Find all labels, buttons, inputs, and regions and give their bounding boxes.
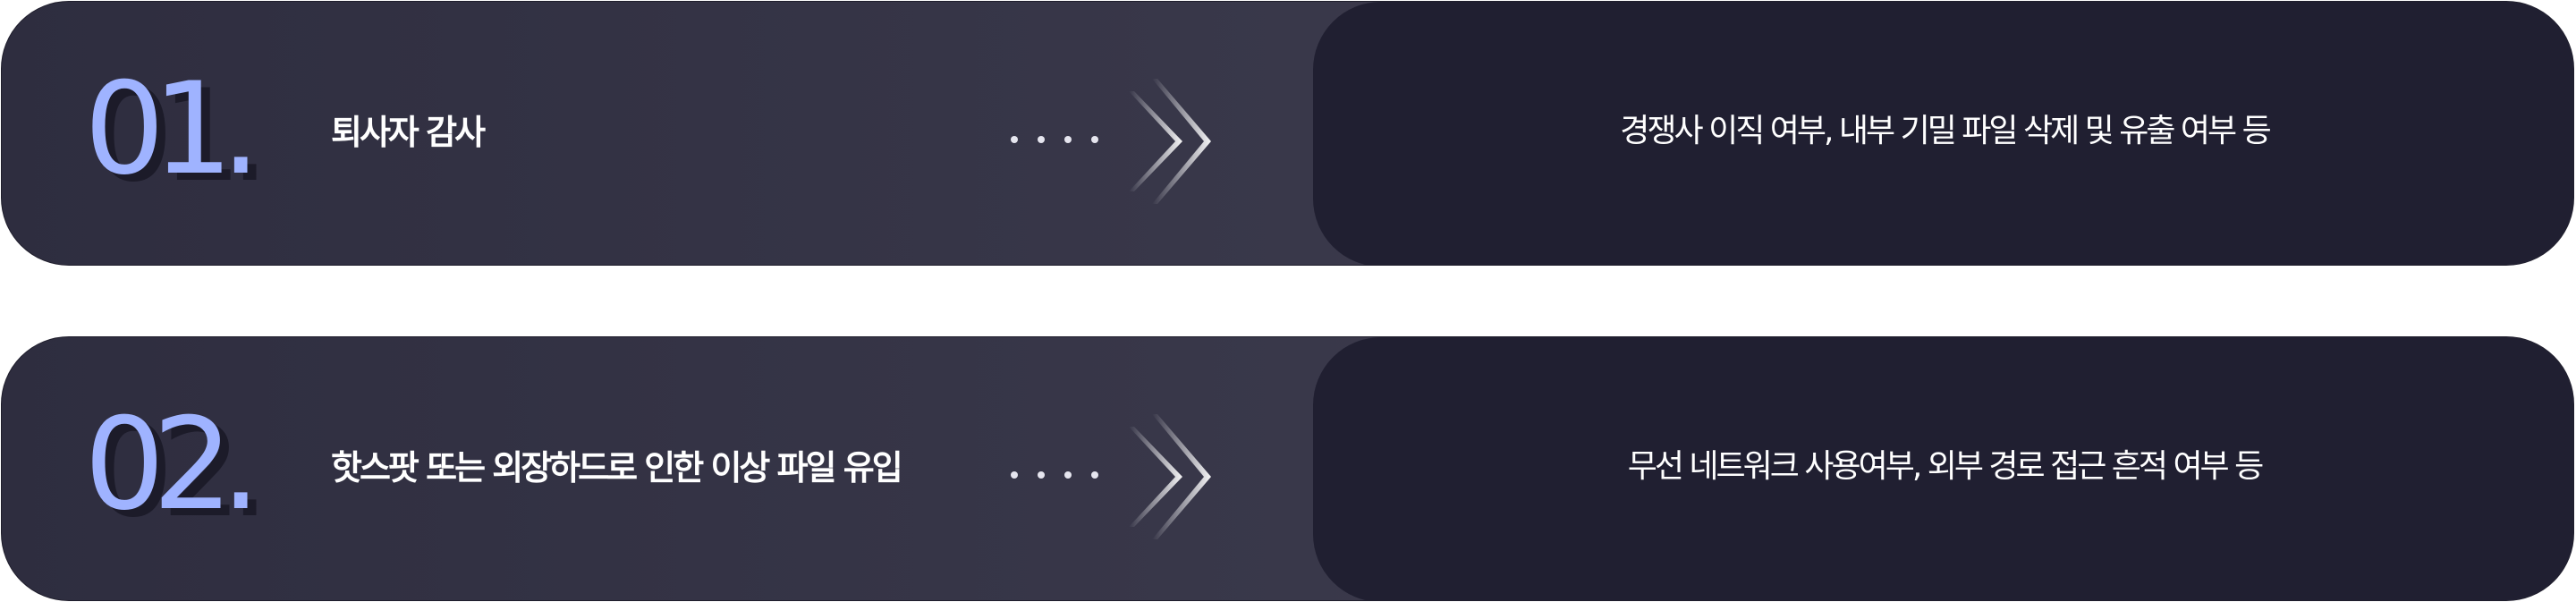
item-number: 01. bbox=[84, 55, 261, 203]
item-description: 무선 네트워크 사용여부, 외부 경로 접근 흔적 여부 등 bbox=[1627, 448, 2265, 485]
audit-item-2: 02. 핫스팟 또는 외장하드로 인한 이상 파일 유입 무선 네트워크 사용여… bbox=[1, 336, 2574, 601]
item-number: 02. bbox=[84, 391, 261, 538]
double-chevron-right-icon bbox=[1129, 79, 1211, 204]
dots-icon bbox=[1011, 136, 1118, 154]
item-title: 퇴사자 감사 bbox=[331, 113, 486, 152]
item-title: 핫스팟 또는 외장하드로 인한 이상 파일 유입 bbox=[331, 448, 903, 488]
item-description: 경쟁사 이직 여부, 내부 기밀 파일 삭제 및 유출 여부 등 bbox=[1620, 113, 2271, 149]
description-panel: 무선 네트워크 사용여부, 외부 경로 접근 흔적 여부 등 bbox=[1313, 337, 2573, 600]
dots-icon bbox=[1011, 471, 1118, 489]
double-chevron-right-icon bbox=[1129, 414, 1211, 539]
audit-item-1: 01. 퇴사자 감사 경쟁사 이직 여부, 내부 기밀 파일 삭제 및 유출 여… bbox=[1, 1, 2574, 266]
description-panel: 경쟁사 이직 여부, 내부 기밀 파일 삭제 및 유출 여부 등 bbox=[1313, 2, 2573, 265]
